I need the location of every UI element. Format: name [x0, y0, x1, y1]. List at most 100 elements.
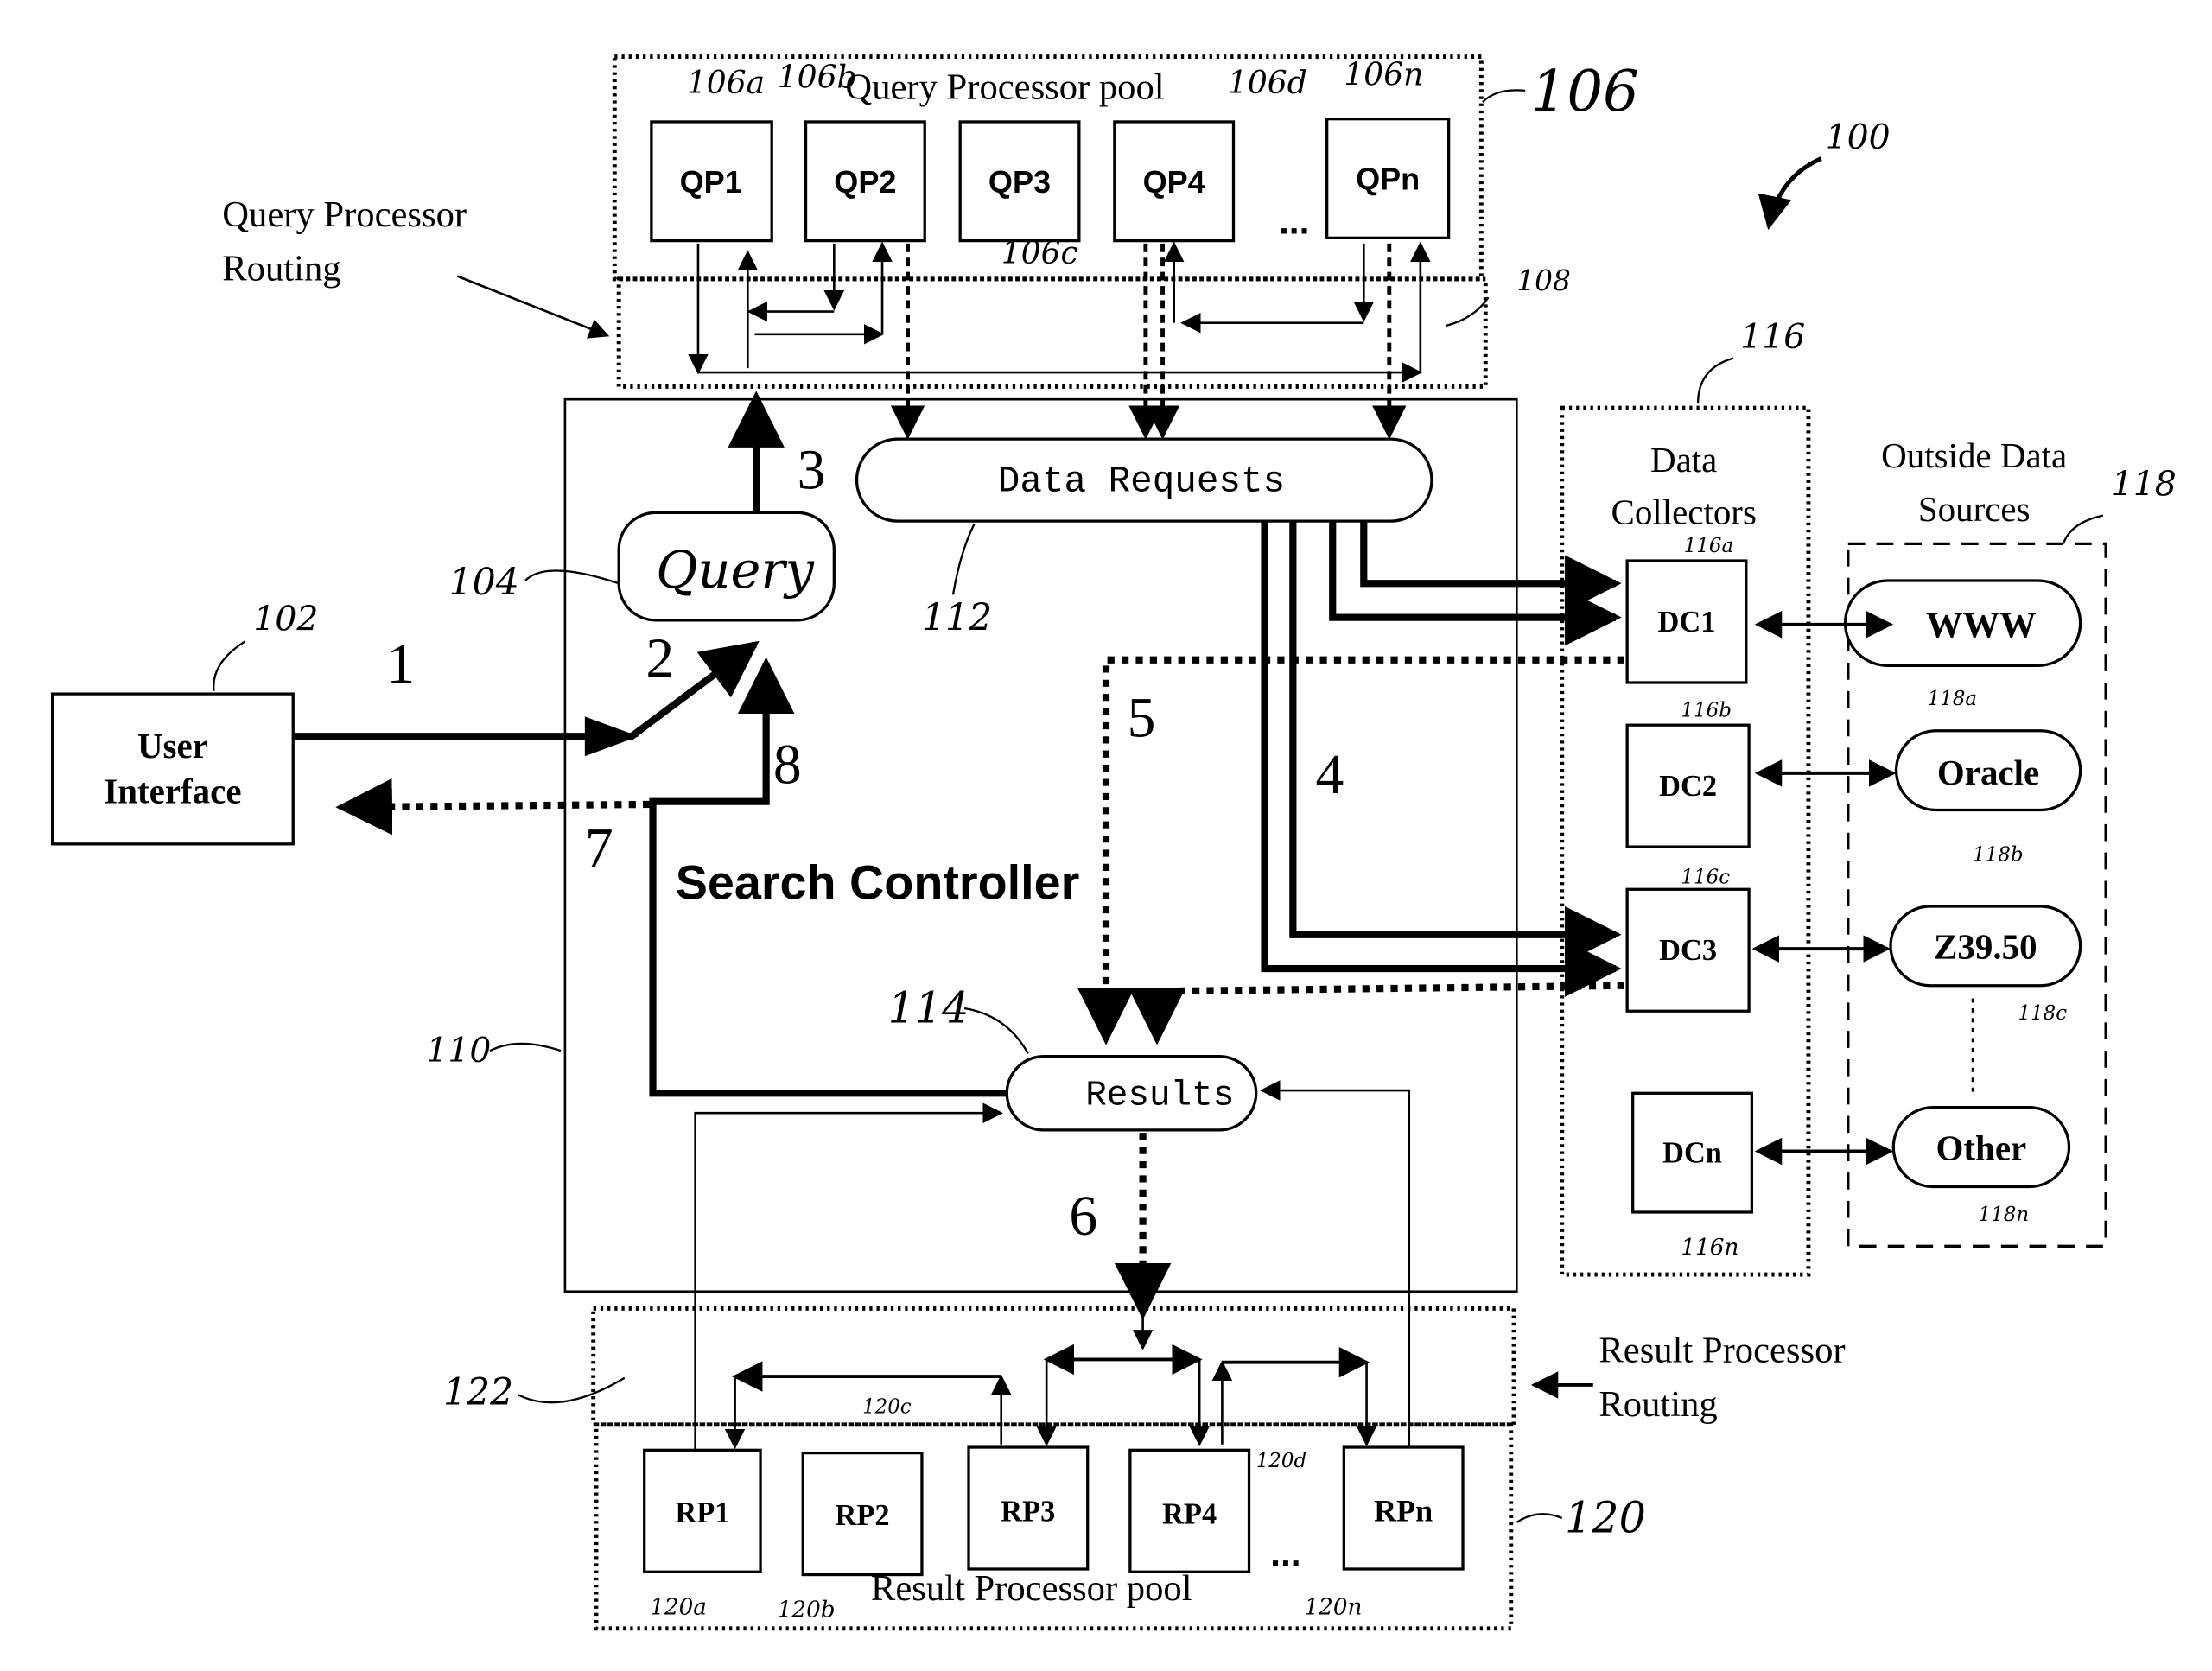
data-collectors-ref: 116: [1740, 317, 1805, 357]
query-node[interactable]: Query: [617, 511, 836, 622]
dc-label: DC3: [1659, 934, 1717, 967]
step-6-label: 6: [1069, 1185, 1097, 1248]
step-2-label: 2: [645, 627, 674, 689]
user-interface-box[interactable]: User Interface: [50, 692, 295, 846]
step-4-label: 4: [1316, 744, 1344, 806]
qp-label: QPn: [1356, 162, 1420, 197]
step-7-arrow: [335, 778, 651, 836]
data-requests-node[interactable]: Data Requests: [855, 437, 1433, 523]
qp-ref: 106b: [778, 60, 857, 96]
query-routing-label-2: Routing: [222, 249, 340, 289]
result-processor-pool: Result Processor pool 120 122 RP1 RP2 RP…: [443, 1306, 1646, 1631]
query-pool-ref: 106: [1531, 59, 1639, 124]
user-interface-label-1: User: [137, 726, 208, 766]
rp-ref: 120a: [650, 1594, 707, 1620]
qp-ref: 106a: [687, 65, 765, 101]
qp-box-1[interactable]: QP1: [650, 120, 773, 243]
rp-ref: 120b: [778, 1598, 836, 1623]
rp-ref: 120c: [862, 1396, 912, 1419]
leader-line: [1696, 357, 1734, 404]
results-node[interactable]: Results: [1005, 1055, 1258, 1132]
rp-ellipsis: ...: [1270, 1534, 1301, 1575]
user-interface-ref: 102: [253, 599, 318, 639]
rp-ref: 120n: [1304, 1594, 1362, 1620]
dc-label: DCn: [1662, 1137, 1722, 1170]
outside-sources-label-1: Outside Data: [1881, 435, 2067, 475]
qp-ref: 106n: [1344, 56, 1423, 92]
query-routing-label-1: Query Processor: [222, 194, 467, 235]
query-processor-pool: Query Processor pool 106 QP1 QP2 QP3 QP4…: [612, 54, 1639, 389]
query-routing-ref: 108: [1516, 264, 1571, 297]
qp-ref: 106d: [1228, 65, 1307, 101]
qp-ref: 106c: [1001, 235, 1078, 271]
data-requests-label: Data Requests: [998, 461, 1285, 503]
dc-box-n[interactable]: DCn: [1631, 1091, 1754, 1214]
data-requests-ref: 112: [922, 596, 992, 639]
source-label: Other: [1936, 1128, 2027, 1167]
step-5-label: 5: [1128, 687, 1156, 749]
qp-box-4[interactable]: QP4: [1113, 120, 1236, 243]
outside-sources-label-2: Sources: [1918, 489, 2031, 529]
data-collectors-label-2: Collectors: [1611, 492, 1757, 531]
dc-label: DC1: [1658, 606, 1716, 639]
leader-line: [2062, 514, 2104, 544]
leader-line: [518, 1376, 626, 1404]
rp-box-3[interactable]: RP3: [967, 1445, 1090, 1571]
step-1-label: 1: [386, 633, 415, 696]
qp-label: QP3: [988, 164, 1051, 200]
query-routing-pointer: [456, 275, 610, 339]
dc-box-1[interactable]: DC1: [1625, 559, 1748, 684]
step-3-label: 3: [798, 439, 826, 501]
result-routing-label-2: Routing: [1599, 1384, 1717, 1425]
rp-box-n[interactable]: RPn: [1342, 1445, 1465, 1571]
leader-line: [1446, 296, 1490, 327]
outside-data-sources-group: Outside Data Sources 118 WWW 118a Oracle…: [1843, 435, 2177, 1248]
dc-ref: 116c: [1681, 867, 1730, 889]
search-controller-label: Search Controller: [676, 856, 1080, 910]
leader-line: [1482, 89, 1526, 103]
dc-box-2[interactable]: DC2: [1625, 723, 1751, 848]
figure-ref-arrow: [1758, 156, 1822, 231]
leader-line: [489, 1042, 562, 1052]
dc-label: DC2: [1659, 770, 1717, 803]
figure-ref: 100: [1826, 118, 1891, 157]
query-label: Query: [656, 540, 814, 600]
rp-box-2[interactable]: RP2: [801, 1451, 924, 1577]
qp-label: QP4: [1143, 164, 1205, 200]
outside-sources-ref: 118: [2112, 465, 2177, 505]
data-collectors-label-1: Data: [1650, 440, 1717, 480]
qp-label: QP2: [834, 164, 896, 200]
step-7-label: 7: [585, 817, 613, 880]
dc-box-3[interactable]: DC3: [1625, 887, 1751, 1013]
rp-box-4[interactable]: RP4: [1128, 1448, 1251, 1573]
search-architecture-diagram: Query Processor pool 106 QP1 QP2 QP3 QP4…: [50, 54, 2177, 1631]
rp-ref: 120d: [1256, 1450, 1306, 1472]
qp-ellipsis: ...: [1279, 200, 1310, 242]
rp-label: RPn: [1374, 1493, 1433, 1528]
result-pool-ref: 120: [1565, 1492, 1646, 1542]
step-8-label: 8: [773, 734, 802, 796]
rp-label: RP3: [1001, 1495, 1055, 1528]
source-oracle[interactable]: Oracle: [1894, 729, 2082, 812]
dc-ref: 116n: [1681, 1235, 1738, 1261]
leader-line: [1516, 1513, 1563, 1523]
qp-label: QP1: [680, 164, 742, 200]
rp-box-1[interactable]: RP1: [643, 1448, 762, 1573]
source-label: Oracle: [1937, 753, 2039, 792]
source-ref: 118b: [1973, 844, 2023, 867]
source-ref: 118n: [1979, 1204, 2030, 1226]
source-label: Z39.50: [1934, 927, 2037, 967]
dc-ref: 116b: [1681, 699, 1731, 721]
qp-box-2[interactable]: QP2: [804, 120, 926, 243]
qp-box-3[interactable]: QP3: [958, 120, 1081, 243]
data-collectors-group: Data Collectors 116 DC1 116a DC2 116b DC…: [1560, 317, 1811, 1277]
dc-ref: 116a: [1684, 535, 1733, 557]
results-label: Results: [1085, 1076, 1234, 1115]
source-z3950[interactable]: Z39.50: [1889, 905, 2082, 988]
source-label: WWW: [1926, 606, 2037, 646]
qp-box-n[interactable]: QPn: [1325, 118, 1451, 239]
user-interface-label-2: Interface: [104, 771, 241, 810]
source-other[interactable]: Other: [1891, 1106, 2071, 1189]
results-ref: 114: [888, 982, 969, 1032]
result-routing-border: [591, 1306, 1516, 1427]
